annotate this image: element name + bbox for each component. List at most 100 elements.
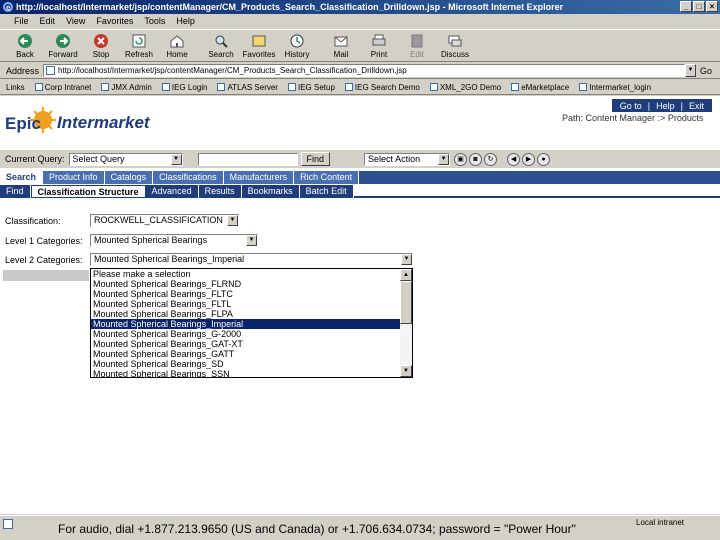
go-button[interactable]: Go	[700, 66, 712, 76]
history-button[interactable]: History	[278, 30, 316, 61]
list-item[interactable]: Mounted Spherical Bearings_GATT	[91, 349, 400, 359]
help-link[interactable]: Help	[656, 101, 675, 111]
home-icon	[170, 35, 184, 48]
menu-help[interactable]: Help	[176, 16, 195, 26]
stop-button[interactable]: Stop	[82, 30, 120, 61]
link-label: eMarketplace	[521, 82, 570, 92]
link-item[interactable]: JMX Admin	[101, 83, 152, 92]
tab-batch-edit[interactable]: Batch Edit	[299, 185, 354, 198]
tab-manufacturers[interactable]: Manufacturers	[223, 171, 295, 184]
tab-rich-content[interactable]: Rich Content	[294, 171, 360, 184]
maximize-button[interactable]: □	[693, 1, 705, 12]
scroll-down-button[interactable]: ▼	[400, 365, 412, 377]
back-arrow-icon	[18, 34, 32, 48]
menu-tools[interactable]: Tools	[144, 16, 165, 26]
query-select[interactable]: Select Query ▼	[68, 152, 183, 166]
level1-select[interactable]: Mounted Spherical Bearings ▼	[90, 234, 258, 247]
tab-advanced[interactable]: Advanced	[145, 185, 199, 198]
refresh-button[interactable]: Refresh	[120, 30, 158, 61]
action-select[interactable]: Select Action ▼	[364, 152, 451, 166]
tab-catalogs[interactable]: Catalogs	[104, 171, 154, 184]
list-item-selected[interactable]: Mounted Spherical Bearings_Imperial	[91, 319, 400, 329]
menu-edit[interactable]: Edit	[40, 16, 56, 26]
link-icon	[34, 83, 43, 91]
home-label: Home	[166, 50, 188, 59]
link-item[interactable]: IEG Search Demo	[344, 83, 420, 92]
tab-classifications[interactable]: Classifications	[153, 171, 224, 184]
links-bar: Links Corp Intranet JMX Admin IEG Login …	[0, 80, 720, 95]
level2-select[interactable]: Mounted Spherical Bearings_Imperial ▼	[90, 253, 413, 266]
level1-value: Mounted Spherical Bearings	[94, 235, 208, 245]
open-icon[interactable]: ▣	[454, 152, 468, 166]
list-item[interactable]: Mounted Spherical Bearings_SD	[91, 359, 400, 369]
list-item[interactable]: Mounted Spherical Bearings_FLTL	[91, 299, 400, 309]
chevron-down-icon: ▼	[170, 153, 182, 165]
level1-label: Level 1 Categories:	[5, 236, 83, 246]
save-icon[interactable]: ◙	[469, 152, 483, 166]
chevron-down-icon: ▼	[401, 254, 412, 265]
list-item[interactable]: Mounted Spherical Bearings_FLTC	[91, 289, 400, 299]
list-item[interactable]: Mounted Spherical Bearings_G-2000	[91, 329, 400, 339]
list-item[interactable]: Mounted Spherical Bearings_GAT-XT	[91, 339, 400, 349]
link-icon	[344, 83, 353, 91]
find-button[interactable]: Find	[300, 152, 331, 166]
link-item[interactable]: IEG Login	[161, 82, 208, 92]
tab-product-info[interactable]: Product Info	[43, 171, 105, 184]
query-text-input[interactable]	[197, 152, 298, 166]
tab-results[interactable]: Results	[198, 185, 242, 198]
back-button[interactable]: Back	[6, 30, 44, 61]
list-item[interactable]: Please make a selection	[91, 269, 400, 279]
list-item[interactable]: Mounted Spherical Bearings_FLPA	[91, 309, 400, 319]
link-icon	[101, 83, 110, 91]
breadcrumb: Path: Content Manager :> Products	[562, 113, 704, 123]
link-item[interactable]: Intermarket_login	[579, 83, 651, 92]
menu-file[interactable]: File	[14, 16, 29, 26]
list-item[interactable]: Mounted Spherical Bearings_SSN	[91, 369, 400, 377]
link-label: IEG Login	[171, 82, 208, 92]
previous-icon[interactable]: ◀	[507, 152, 521, 166]
link-separator: |	[647, 100, 651, 111]
address-input[interactable]: http://localhost/Intermarket/jsp/content…	[43, 64, 686, 77]
link-item[interactable]: XML_2GO Demo	[429, 83, 501, 92]
favorites-label: Favorites	[242, 50, 276, 59]
mail-button[interactable]: Mail	[322, 30, 360, 61]
list-item[interactable]: Mounted Spherical Bearings_FLRND	[91, 279, 400, 289]
link-item[interactable]: Corp Intranet	[34, 82, 92, 92]
link-item[interactable]: ATLAS Server	[217, 83, 278, 92]
level2-dropdown-list[interactable]: Please make a selection Mounted Spherica…	[90, 268, 413, 378]
chevron-down-icon: ▼	[438, 153, 450, 165]
edit-button[interactable]: Edit	[398, 30, 436, 61]
tab-bookmarks[interactable]: Bookmarks	[241, 185, 300, 198]
forward-button[interactable]: Forward	[44, 30, 82, 61]
next-icon[interactable]: ▶	[522, 152, 536, 166]
favorites-button[interactable]: Favorites	[240, 30, 278, 61]
discuss-label: Discuss	[440, 50, 469, 59]
discuss-button[interactable]: Discuss	[436, 30, 474, 61]
link-item[interactable]: eMarketplace	[511, 83, 569, 92]
link-icon	[579, 83, 588, 91]
scrollbar-thumb[interactable]	[400, 281, 412, 324]
tab-classification-structure[interactable]: Classification Structure	[30, 185, 146, 198]
minimize-button[interactable]: _	[680, 1, 692, 12]
scroll-up-button[interactable]: ▲	[400, 269, 412, 281]
exit-link[interactable]: Exit	[689, 101, 704, 111]
close-button[interactable]: ×	[706, 1, 718, 12]
tab-find[interactable]: Find	[0, 185, 31, 198]
menu-view[interactable]: View	[66, 16, 85, 26]
menu-favorites[interactable]: Favorites	[96, 16, 133, 26]
settings-icon[interactable]: ●	[537, 152, 551, 166]
secondary-tabs: Find Classification Structure Advanced R…	[0, 185, 720, 198]
link-label: Corp Intranet	[44, 82, 92, 92]
stop-icon	[94, 34, 108, 48]
goto-link[interactable]: Go to	[620, 101, 642, 111]
print-button[interactable]: Print	[360, 30, 398, 61]
home-button[interactable]: Home	[158, 30, 196, 61]
address-dropdown-button[interactable]: ▼	[685, 64, 697, 77]
search-button[interactable]: Search	[202, 30, 240, 61]
tab-search[interactable]: Search	[0, 171, 44, 184]
link-item[interactable]: IEG Setup	[287, 83, 335, 92]
refresh-query-icon[interactable]: ↻	[484, 152, 498, 166]
discuss-icon	[448, 35, 462, 47]
classification-select[interactable]: ROCKWELL_CLASSIFICATION ▼	[90, 214, 239, 227]
browser-toolbar: Back Forward Stop Refresh Home Search Fa…	[0, 29, 720, 62]
